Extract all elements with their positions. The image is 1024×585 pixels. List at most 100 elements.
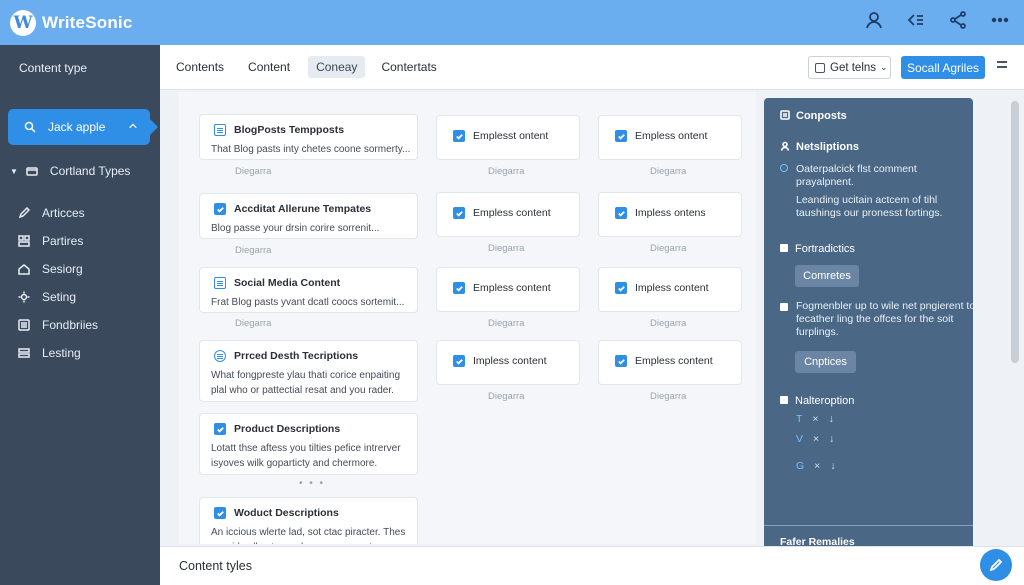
template-card[interactable]: Product Descriptions Lotatt thse aftess …: [199, 413, 418, 475]
tab-contents[interactable]: Contents: [176, 56, 232, 78]
edit-fab-button[interactable]: [980, 549, 1012, 581]
bullet-icon: [780, 396, 788, 404]
card-description: Lotatt thse aftess you tilties pefice in…: [211, 443, 401, 469]
scrollbar[interactable]: [1009, 95, 1021, 545]
sidebar-item-active[interactable]: Jack apple: [8, 109, 158, 145]
card-description: That Blog pasts inty chetes coone sormer…: [211, 144, 411, 155]
close-icon[interactable]: ×: [813, 433, 819, 445]
arrow-down-icon[interactable]: ↓: [829, 433, 834, 445]
chevron-up-icon[interactable]: [128, 120, 138, 134]
card-caption: Diegarra: [650, 318, 687, 329]
settings-icon: [18, 291, 30, 303]
primary-action-button[interactable]: Socall Agriles: [901, 56, 985, 79]
card-caption: Diegarra: [650, 166, 687, 177]
panel-button-2[interactable]: Cnptices: [795, 351, 856, 373]
bottom-bar: Content tyles: [160, 546, 1024, 585]
tab-content[interactable]: Content: [248, 56, 298, 78]
sidebar-item-seting[interactable]: Seting: [18, 283, 98, 311]
template-card[interactable]: Prrced Desth Tecriptions What fongpreste…: [199, 340, 418, 402]
content-card[interactable]: Impless content: [598, 267, 742, 312]
panel-section-3: Nalteroption: [780, 395, 854, 407]
sidebar-item-lesting[interactable]: Lesting: [18, 339, 98, 367]
content-card[interactable]: Empless content: [598, 340, 742, 385]
template-card[interactable]: BlogPosts Tempposts That Blog pasts inty…: [199, 114, 418, 160]
check-icon: [453, 282, 465, 294]
template-card[interactable]: Social Media Content Frat Blog pasts yva…: [199, 267, 418, 313]
right-panel: Conposts Netsliptions Oaterpalcick flst …: [764, 98, 973, 558]
stack-icon: [18, 347, 30, 359]
panel-row[interactable]: G × ↓: [796, 460, 836, 472]
bullet-icon: [780, 303, 788, 311]
sidebar-item-articles[interactable]: Articces: [18, 199, 98, 227]
sidebar-group[interactable]: ▼ Cortland Types: [10, 164, 130, 178]
card-caption: Diegarra: [488, 318, 525, 329]
section-label: Nalteroption: [795, 395, 855, 407]
card-label: Empless content: [473, 282, 551, 294]
card-label: Emplesst ontent: [473, 130, 549, 142]
check-icon: [615, 207, 627, 219]
panel-button-1[interactable]: Comretes: [795, 265, 859, 287]
badge-icon: [214, 350, 226, 362]
panel-subheader: Netsliptions: [780, 141, 859, 153]
row-letter: G: [796, 460, 805, 472]
sidebar-group-label: Cortland Types: [49, 164, 131, 178]
check-icon: [615, 282, 627, 294]
panel-row[interactable]: T × ↓: [796, 413, 834, 425]
sidebar-item-label: Partires: [42, 234, 84, 248]
get-dropdown[interactable]: Get telns ⌄: [808, 56, 891, 79]
check-icon: [453, 355, 465, 367]
list-icon: [18, 319, 30, 331]
tab-contertats[interactable]: Contertats: [381, 56, 444, 78]
sidebar: Content type Jack apple ▼ Cortland Types…: [0, 45, 160, 585]
check-icon: [214, 203, 226, 215]
tabs-bar: Contents Content Coneay Contertats Get t…: [160, 45, 1024, 90]
home-icon: [18, 263, 30, 275]
content-card[interactable]: Empless ontent: [598, 115, 742, 160]
card-label: Empless content: [473, 207, 551, 219]
check-icon: [615, 355, 627, 367]
sidebar-item-sesiorg[interactable]: Sesiorg: [18, 255, 98, 283]
section-label: Fortradictics: [795, 243, 855, 255]
panel-subheader-label: Netsliptions: [796, 141, 859, 153]
share-icon[interactable]: [948, 10, 968, 35]
card-caption: Diegarra: [235, 166, 272, 177]
hamburger-icon[interactable]: [997, 61, 1007, 71]
content-card[interactable]: Empless content: [436, 267, 580, 312]
panel-row[interactable]: V × ↓: [796, 433, 834, 445]
arrow-down-icon[interactable]: ↓: [830, 460, 835, 472]
panel-divider: [764, 525, 973, 526]
content-card[interactable]: Impless content: [436, 340, 580, 385]
card-caption: Diegarra: [650, 243, 687, 254]
card-title: Woduct Descriptions: [234, 507, 339, 519]
sidebar-item-label: Jack apple: [48, 120, 106, 134]
card-caption: Diegarra: [488, 391, 525, 402]
card-title: Accditat Allerune Tempates: [234, 203, 372, 215]
document-icon: [214, 124, 226, 136]
arrow-down-icon[interactable]: ↓: [829, 413, 834, 425]
collapse-icon[interactable]: [906, 10, 926, 35]
tab-selected[interactable]: Coneay: [308, 56, 366, 78]
radio-icon[interactable]: [780, 164, 788, 172]
bottom-label: Content tyles: [179, 559, 252, 573]
user-icon[interactable]: [864, 10, 884, 35]
content-card[interactable]: Impless ontens: [598, 192, 742, 237]
close-icon[interactable]: ×: [814, 460, 820, 472]
card-caption: Diegarra: [235, 245, 272, 256]
content-card[interactable]: Emplesst ontent: [436, 115, 580, 160]
top-bar: W WriteSonic: [0, 0, 1024, 45]
close-icon[interactable]: ×: [812, 413, 818, 425]
sidebar-item-label: Sesiorg: [42, 262, 83, 276]
more-icon[interactable]: [990, 10, 1010, 35]
document-icon: [780, 110, 790, 120]
template-card[interactable]: Accditat Allerune Tempates Blog passe yo…: [199, 193, 418, 239]
sidebar-item-fondbriies[interactable]: Fondbriies: [18, 311, 98, 339]
sidebar-item-partires[interactable]: Partires: [18, 227, 98, 255]
card-caption: Diegarra: [488, 243, 525, 254]
bullet-icon: [780, 244, 788, 252]
scrollbar-thumb[interactable]: [1011, 101, 1019, 363]
app-logo[interactable]: W WriteSonic: [10, 9, 132, 36]
template-card[interactable]: Woduct Descriptions An iccious wlerte la…: [199, 497, 418, 544]
content-card[interactable]: Empless content: [436, 192, 580, 237]
card-caption: Diegarra: [650, 391, 687, 402]
checkbox-icon: [815, 62, 825, 73]
